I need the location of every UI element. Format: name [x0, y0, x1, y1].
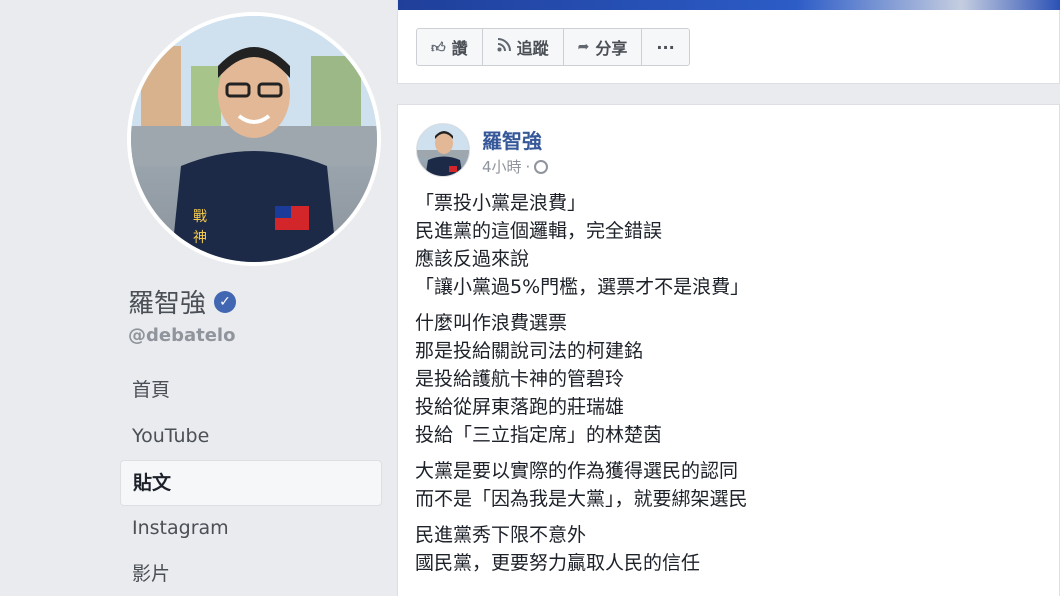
profile-name-text: 羅智強	[128, 289, 207, 319]
post-text-line: 什麼叫作浪費選票	[415, 312, 568, 334]
action-bar: 👍︎ 讚 追蹤 ➦ 分享 ···	[416, 28, 690, 66]
profile-handle[interactable]: @debatelo	[128, 325, 235, 346]
thumbs-up-icon: 👍︎	[431, 39, 446, 56]
post-text-line: 那是投給關說司法的柯建銘	[415, 340, 644, 362]
post-text-line: 大黨是要以實際的作為獲得選民的認同	[415, 460, 739, 482]
post-paragraph: 民進黨秀下限不意外國民黨，更要努力贏取人民的信任	[415, 521, 1035, 577]
post-timestamp[interactable]: 4小時	[482, 156, 522, 177]
share-button[interactable]: ➦ 分享	[564, 29, 643, 65]
profile-avatar[interactable]: 戰 神	[127, 12, 381, 266]
cover-photo	[398, 0, 1060, 10]
more-dots-icon: ···	[656, 37, 675, 57]
like-button[interactable]: 👍︎ 讚	[417, 29, 483, 65]
svg-text:戰: 戰	[193, 209, 207, 225]
post-text-line: 「讓小黨過5%門檻，選票才不是浪費」	[415, 276, 750, 298]
post-meta: 4小時 ·	[482, 156, 549, 177]
post-author-avatar[interactable]	[416, 123, 470, 177]
post-paragraph: 「票投小黨是浪費」民進黨的這個邏輯，完全錯誤 應該反過來說「讓小黨過5%門檻，選票…	[415, 189, 1035, 301]
post-text-line: 投給從屏東落跑的莊瑞雄	[415, 396, 625, 418]
post-card: 羅智強 4小時 · 「票投小黨是浪費」民進黨的這個邏輯，完全錯誤 應該反過來說「讓…	[397, 104, 1060, 596]
rss-follow-icon	[497, 38, 511, 56]
more-button[interactable]: ···	[642, 29, 688, 65]
share-arrow-icon: ➦	[577, 39, 590, 55]
svg-text:神: 神	[193, 230, 207, 246]
profile-sidebar: 戰 神 羅智強 ✓ @debatelo 首頁 YouTube 貼文 Instag…	[0, 0, 390, 596]
follow-button[interactable]: 追蹤	[483, 29, 564, 65]
post-text-line: 民進黨秀下限不意外	[415, 524, 587, 546]
post-paragraph: 大黨是要以實際的作為獲得選民的認同 而不是「因為我是大黨」，就要綁架選民	[415, 457, 1035, 513]
post-text-line: 民進黨的這個邏輯，完全錯誤	[415, 220, 663, 242]
avatar-photo: 戰 神	[131, 16, 377, 262]
meta-separator: ·	[525, 157, 531, 176]
nav-item-home[interactable]: 首頁	[120, 368, 382, 414]
page-actions-card: 👍︎ 讚 追蹤 ➦ 分享 ···	[397, 0, 1060, 84]
post-body: 「票投小黨是浪費」民進黨的這個邏輯，完全錯誤 應該反過來說「讓小黨過5%門檻，選票…	[415, 189, 1035, 585]
nav-item-instagram[interactable]: Instagram	[120, 506, 382, 552]
post-author-name[interactable]: 羅智強	[482, 125, 542, 154]
verified-check-icon: ✓	[214, 290, 237, 313]
nav-item-youtube[interactable]: YouTube	[120, 414, 382, 460]
post-text-line: 投給「三立指定席」的林楚茵	[415, 424, 663, 446]
post-text-line: 國民黨，更要努力贏取人民的信任	[415, 552, 701, 574]
share-label: 分享	[595, 39, 628, 58]
post-text-line: 「票投小黨是浪費」	[415, 192, 587, 214]
follow-label: 追蹤	[516, 39, 549, 58]
page-nav: 首頁 YouTube 貼文 Instagram 影片	[120, 368, 382, 596]
like-label: 讚	[451, 39, 468, 58]
post-text-line: 而不是「因為我是大黨」，就要綁架選民	[415, 488, 748, 510]
post-paragraph: 什麼叫作浪費選票那是投給關說司法的柯建銘 是投給護航卡神的管碧玲 投給從屏東落跑的莊…	[415, 309, 1035, 449]
profile-name: 羅智強 ✓	[128, 283, 237, 320]
nav-item-videos[interactable]: 影片	[120, 552, 382, 596]
post-text-line: 是投給護航卡神的管碧玲	[415, 368, 625, 390]
globe-icon	[534, 159, 549, 174]
post-text-line: 應該反過來說	[415, 248, 530, 270]
nav-item-posts[interactable]: 貼文	[120, 460, 382, 506]
